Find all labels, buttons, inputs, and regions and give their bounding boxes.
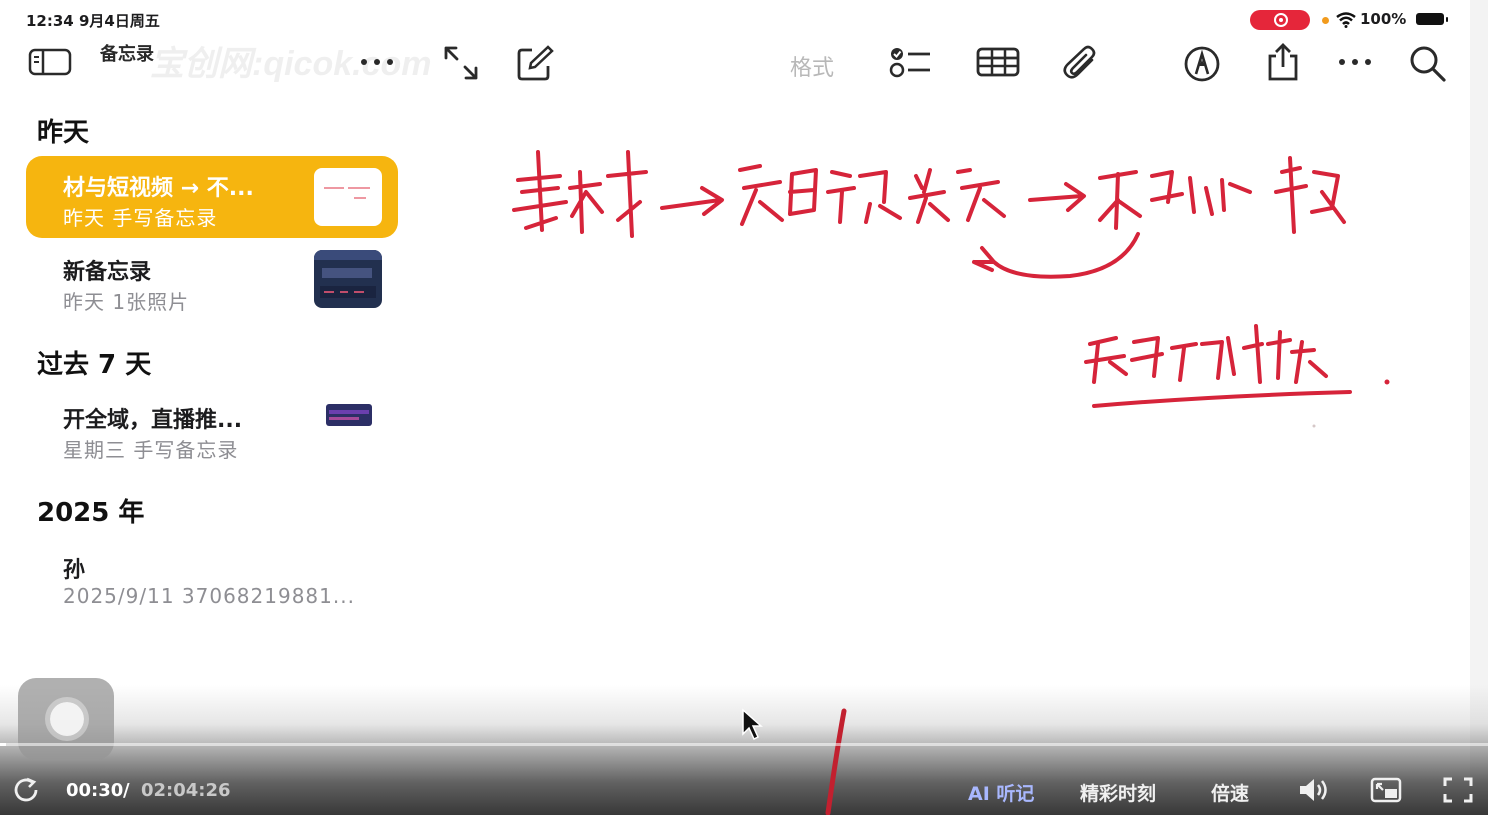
table-icon[interactable] (976, 46, 1020, 78)
note-item[interactable]: 开全域，直播推... 星期三 手写备忘录 (26, 388, 398, 470)
speed-button[interactable]: 倍速 (1211, 779, 1249, 806)
pip-icon[interactable] (1370, 776, 1402, 804)
replay-icon[interactable] (12, 776, 40, 804)
compose-icon[interactable] (516, 44, 554, 82)
format-button[interactable]: 格式 (790, 50, 834, 82)
status-bar: 12:34 9月4日周五 100% (0, 0, 1470, 36)
note-photo-thumbnail (314, 250, 382, 308)
note-item[interactable]: 新备忘录 昨天 1张照片 (26, 240, 398, 322)
toolbar: 备忘录 宝创网:qicok.com 格式 (0, 36, 1470, 92)
handwriting-canvas[interactable] (410, 92, 1470, 682)
mic-indicator-dot (1322, 17, 1329, 24)
paperclip-icon[interactable] (1062, 44, 1102, 84)
note-title: 开全域，直播推... (63, 408, 243, 433)
note-subtitle: 星期三 手写备忘录 (63, 438, 239, 462)
section-header-past-7-days: 过去 7 天 (37, 350, 152, 380)
share-icon[interactable] (1264, 42, 1302, 82)
ai-notes-button[interactable]: AI 听记 (968, 779, 1034, 806)
search-icon[interactable] (1408, 44, 1448, 84)
expand-icon[interactable] (442, 44, 480, 82)
notes-sidebar: 昨天 材与短视频 → 不... 昨天 手写备忘录 新备忘录 昨天 1张照片 过去… (0, 92, 410, 692)
total-time: 02:04:26 (141, 780, 231, 801)
note-subtitle: 昨天 1张照片 (63, 290, 190, 314)
sidebar-toggle-icon[interactable] (28, 46, 72, 78)
progress-fill (0, 743, 6, 746)
status-time: 12:34 9月4日周五 (26, 12, 160, 30)
note-subtitle: 昨天 手写备忘录 (63, 206, 218, 230)
handwritten-ink (512, 150, 1390, 428)
markup-icon[interactable] (1182, 44, 1222, 84)
ink-stroke-fragment (825, 708, 847, 815)
note-item-selected[interactable]: 材与短视频 → 不... 昨天 手写备忘录 (26, 156, 398, 238)
current-time: 00:30 (66, 780, 124, 801)
battery-icon (1416, 13, 1448, 25)
battery-percent: 100% (1360, 10, 1407, 28)
section-header-yesterday: 昨天 (37, 118, 90, 148)
time-separator: / (123, 780, 130, 801)
more-options-icon[interactable] (1336, 50, 1374, 74)
note-thumbnail (314, 168, 382, 226)
assistive-touch-button[interactable] (18, 678, 114, 760)
wifi-icon (1336, 12, 1356, 28)
note-title: 孙 (63, 558, 86, 583)
note-title: 新备忘录 (63, 260, 152, 285)
note-thumbnail (326, 404, 372, 426)
section-header-2025: 2025 年 (37, 498, 145, 528)
screen-record-indicator[interactable] (1250, 10, 1310, 30)
highlights-button[interactable]: 精彩时刻 (1080, 779, 1156, 806)
note-title: 材与短视频 → 不... (63, 176, 254, 201)
volume-icon[interactable] (1297, 776, 1331, 804)
note-subtitle: 2025/9/11 37068219881... (63, 584, 355, 608)
checklist-icon[interactable] (888, 44, 932, 80)
progress-track[interactable] (0, 743, 1488, 746)
app-name: 备忘录 (100, 44, 154, 65)
fullscreen-icon[interactable] (1442, 776, 1474, 804)
more-icon[interactable] (358, 50, 396, 74)
cursor-icon (742, 708, 763, 741)
note-item[interactable]: 孙 2025/9/11 37068219881... (26, 538, 398, 620)
